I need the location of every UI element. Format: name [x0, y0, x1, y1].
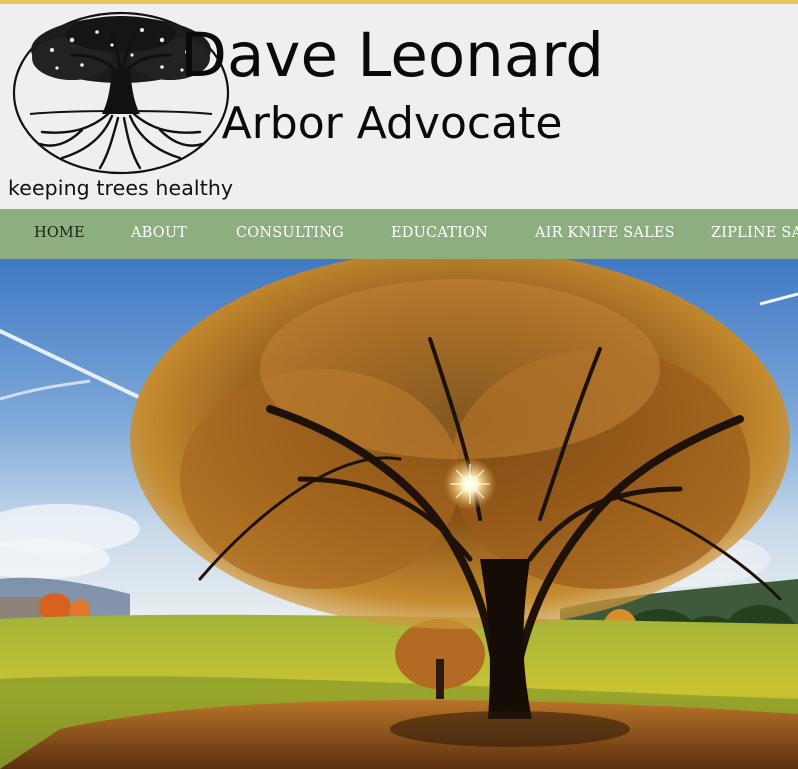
nav-item-air-knife-sales[interactable]: AIR KNIFE SALES: [535, 225, 675, 241]
nav-item-home[interactable]: HOME: [34, 225, 85, 241]
nav-item-education[interactable]: EDUCATION: [391, 225, 488, 241]
site-header: keeping trees healthy Dave Leonard Arbor…: [0, 4, 798, 209]
main-nav: HOME ABOUT CONSULTING EDUCATION AIR KNIF…: [0, 209, 798, 259]
hero-image: [0, 259, 798, 769]
nav-item-zipline-sales[interactable]: ZIPLINE SALES: [711, 225, 798, 241]
site-subtitle: Arbor Advocate: [221, 98, 563, 149]
nav-item-about[interactable]: ABOUT: [131, 225, 187, 241]
nav-item-consulting[interactable]: CONSULTING: [236, 225, 344, 241]
tagline: keeping trees healthy: [8, 176, 234, 200]
site-title[interactable]: Dave Leonard: [92, 20, 692, 91]
